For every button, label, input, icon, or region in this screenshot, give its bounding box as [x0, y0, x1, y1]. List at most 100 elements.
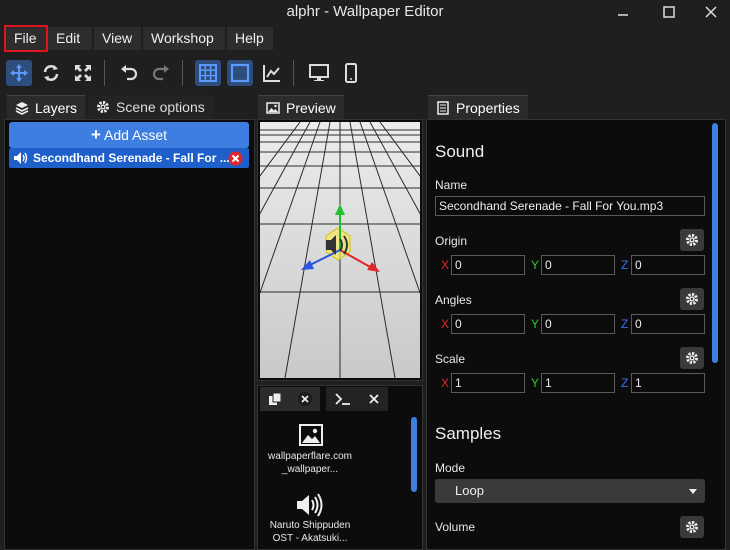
tab-properties-label: Properties	[456, 99, 520, 116]
mode-select-value: Loop	[455, 483, 484, 498]
scale-label: Scale	[435, 352, 466, 366]
tab-layers[interactable]: Layers	[7, 95, 86, 119]
mode-label: Mode	[435, 461, 466, 475]
maximize-button[interactable]	[646, 0, 692, 24]
name-label: Name	[435, 178, 468, 192]
tab-scene-options[interactable]: Scene options	[88, 95, 213, 119]
desktop-icon	[309, 64, 329, 81]
toolbar	[0, 52, 730, 92]
origin-z-input[interactable]: 0	[631, 255, 705, 275]
scale-settings-button[interactable]	[680, 347, 704, 369]
menu-view[interactable]: View	[94, 27, 141, 50]
grid-toggle-button[interactable]	[195, 60, 221, 86]
axis-x-label: X	[441, 258, 450, 272]
maximize-icon	[663, 6, 675, 18]
image-icon	[266, 101, 280, 114]
redo-icon	[152, 65, 169, 81]
angles-settings-button[interactable]	[680, 288, 704, 310]
bounds-toggle-button[interactable]	[227, 60, 253, 86]
section-samples-title: Samples	[435, 424, 502, 443]
copy-icon	[268, 392, 281, 405]
audio-file-icon	[297, 493, 323, 517]
gear-icon	[686, 234, 698, 246]
move-tool-button[interactable]	[6, 60, 32, 86]
axis-z-label: Z	[621, 258, 629, 272]
origin-y-input[interactable]: 0	[541, 255, 615, 275]
layers-panel	[4, 119, 255, 550]
asset-label: wallpaperflare.com	[268, 451, 352, 462]
rotate-tool-button[interactable]	[38, 60, 64, 86]
axis-z-label: Z	[621, 317, 629, 331]
rotate-icon	[43, 65, 59, 81]
menu-help[interactable]: Help	[227, 27, 273, 50]
toolbar-separator	[182, 60, 183, 86]
close-tab-icon[interactable]	[367, 392, 381, 406]
scale-y-input[interactable]: 1	[541, 373, 615, 393]
layers-icon	[15, 101, 29, 115]
asset-label: Naruto Shippuden	[269, 520, 351, 531]
menu-workshop[interactable]: Workshop	[143, 27, 225, 50]
scene-viewport[interactable]	[260, 122, 420, 378]
menu-file[interactable]: File	[4, 25, 48, 52]
mobile-icon	[345, 63, 357, 83]
volume-settings-button[interactable]	[680, 516, 704, 538]
angles-z-input[interactable]: 0	[631, 314, 705, 334]
undo-icon	[121, 65, 138, 81]
grid-icon	[199, 64, 217, 82]
volume-icon	[14, 152, 28, 164]
remove-layer-icon[interactable]	[228, 151, 243, 166]
close-icon	[705, 6, 717, 18]
image-file-icon	[299, 424, 323, 446]
angles-y-input[interactable]: 0	[541, 314, 615, 334]
gear-icon	[686, 352, 698, 364]
scale-x-input[interactable]: 1	[451, 373, 525, 393]
close-button[interactable]	[692, 0, 730, 24]
name-input[interactable]: Secondhand Serenade - Fall For You.mp3	[435, 196, 705, 216]
menu-edit[interactable]: Edit	[48, 27, 92, 50]
layer-item[interactable]: Secondhand Serenade - Fall For ...	[9, 148, 249, 168]
axis-z-label: Z	[621, 376, 629, 390]
tab-properties[interactable]: Properties	[428, 95, 528, 119]
properties-scrollbar[interactable]	[712, 123, 718, 363]
asset-label: OST - Akatsuki...	[272, 533, 348, 544]
tab-layers-label: Layers	[35, 99, 78, 116]
plus-icon: +	[90, 125, 101, 144]
origin-settings-button[interactable]	[680, 229, 704, 251]
scale-tool-button[interactable]	[70, 60, 96, 86]
axis-x-label: X	[441, 317, 450, 331]
redo-button[interactable]	[148, 60, 174, 86]
close-tab-icon[interactable]	[297, 391, 313, 407]
mode-select[interactable]: Loop	[435, 479, 705, 503]
tab-console[interactable]	[326, 387, 388, 411]
undo-button[interactable]	[116, 60, 142, 86]
axis-x-label: X	[441, 376, 450, 390]
mobile-preview-button[interactable]	[338, 60, 364, 86]
tab-preview[interactable]: Preview	[258, 95, 344, 119]
gear-icon	[686, 521, 698, 533]
asset-item[interactable]: wallpaperflare.com _wallpaper...	[262, 420, 358, 480]
scene-canvas	[260, 122, 420, 378]
desktop-preview-button[interactable]	[306, 60, 332, 86]
asset-scrollbar[interactable]	[411, 417, 417, 492]
gear-icon	[97, 101, 109, 113]
section-sound-title: Sound	[435, 142, 485, 161]
add-asset-button[interactable]: + Add Asset	[9, 122, 249, 148]
angles-x-input[interactable]: 0	[451, 314, 525, 334]
tab-assets[interactable]	[260, 387, 320, 411]
graph-button[interactable]	[259, 60, 285, 86]
properties-icon	[437, 100, 449, 115]
chevron-down-icon	[689, 489, 697, 494]
axis-y-label: Y	[531, 317, 540, 331]
scale-icon	[75, 65, 91, 81]
tab-scene-options-label: Scene options	[116, 99, 205, 115]
scale-z-input[interactable]: 1	[631, 373, 705, 393]
axis-y-label: Y	[531, 376, 540, 390]
minimize-icon	[618, 14, 628, 16]
chart-line-icon	[263, 65, 280, 82]
minimize-button[interactable]	[600, 0, 646, 24]
move-icon	[10, 64, 28, 82]
origin-x-input[interactable]: 0	[451, 255, 525, 275]
gear-icon	[686, 293, 698, 305]
add-asset-label: Add Asset	[104, 127, 168, 143]
asset-item[interactable]: Naruto Shippuden OST - Akatsuki...	[262, 490, 358, 548]
